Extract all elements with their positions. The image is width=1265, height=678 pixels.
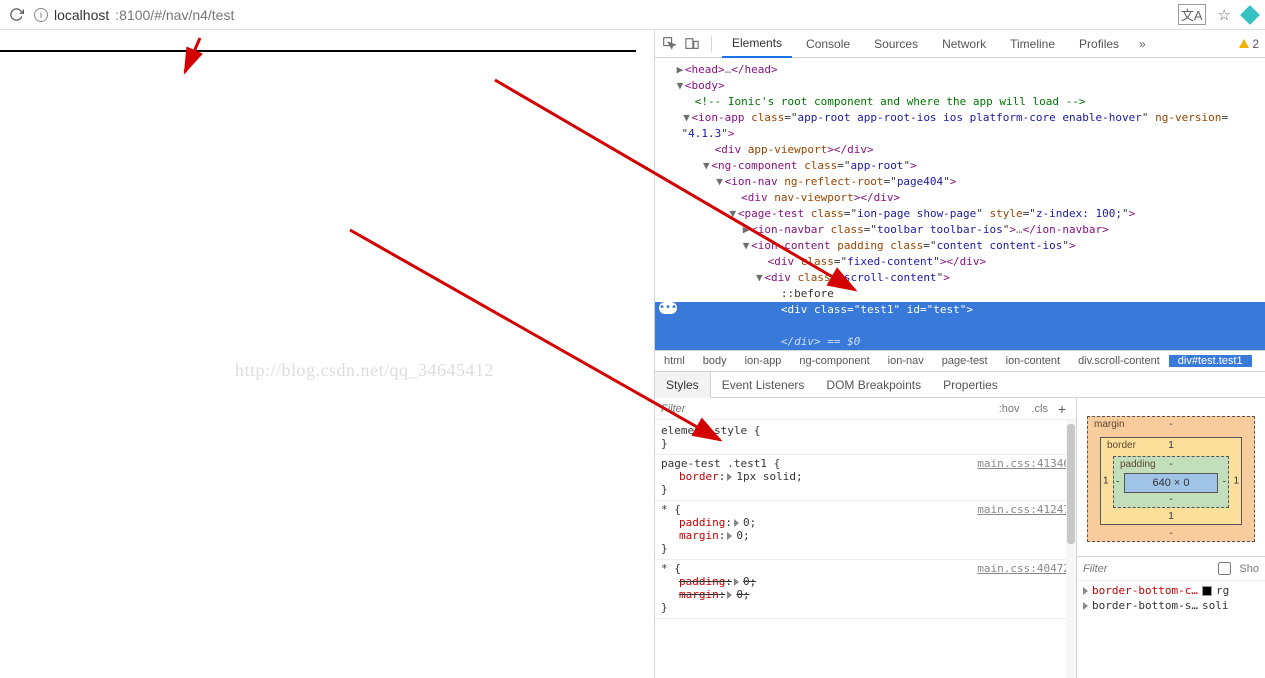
selected-dots-icon: ••• (659, 302, 677, 314)
stab-event-listeners[interactable]: Event Listeners (711, 372, 816, 398)
inspect-icon[interactable] (661, 35, 679, 53)
crumb-ion-content[interactable]: ion-content (997, 355, 1069, 367)
page-viewport: http://blog.csdn.net/qq_34645412 (0, 30, 655, 678)
crumb-body[interactable]: body (694, 355, 736, 367)
stab-styles[interactable]: Styles (655, 372, 711, 398)
box-model-content: 640 × 0 (1124, 473, 1218, 493)
new-rule-icon[interactable]: + (1054, 401, 1070, 417)
watermark-text: http://blog.csdn.net/qq_34645412 (235, 360, 494, 381)
tab-timeline[interactable]: Timeline (1000, 30, 1065, 58)
color-swatch-icon (1202, 586, 1212, 596)
expand-tri-icon[interactable] (734, 578, 739, 586)
crumb-html[interactable]: html (655, 355, 694, 367)
tab-elements[interactable]: Elements (722, 30, 792, 58)
tab-network[interactable]: Network (932, 30, 996, 58)
site-info-icon[interactable]: i (34, 8, 48, 22)
expand-tri-icon[interactable] (727, 473, 732, 481)
rule-source-link[interactable]: main.css:41247 (977, 503, 1070, 516)
tab-console[interactable]: Console (796, 30, 860, 58)
url-field[interactable]: i localhost :8100/#/nav/n4/test (34, 7, 1168, 23)
browser-address-bar: i localhost :8100/#/nav/n4/test 文A ☆ (0, 0, 1265, 30)
tabs-overflow-icon[interactable]: » (1133, 37, 1152, 51)
url-host: localhost (54, 7, 109, 23)
crumb-ion-nav[interactable]: ion-nav (879, 355, 933, 367)
crumb-ng-component[interactable]: ng-component (790, 355, 878, 367)
computed-pane: margin - - border 1 1 1 1 padding - (1077, 398, 1265, 678)
url-path: :8100/#/nav/n4/test (115, 7, 234, 23)
expand-tri-icon[interactable] (734, 519, 739, 527)
crumb-scroll-content[interactable]: div.scroll-content (1069, 355, 1169, 367)
stab-properties[interactable]: Properties (932, 372, 1009, 398)
hov-toggle[interactable]: :hov (993, 403, 1026, 415)
warnings-badge[interactable]: 2 (1239, 37, 1259, 51)
devtools-tabbar: Elements Console Sources Network Timelin… (655, 30, 1265, 58)
show-all-checkbox[interactable] (1218, 562, 1231, 575)
computed-filter-input[interactable]: Filter (1083, 563, 1210, 575)
css-rules[interactable]: element.style { } main.css:41346 page-te… (655, 420, 1076, 678)
cls-toggle[interactable]: .cls (1026, 403, 1055, 415)
dom-tree[interactable]: ▶<head>…</head> ▼<body> <!-- Ionic's roo… (655, 58, 1265, 350)
computed-properties[interactable]: border-bottom-c…rg border-bottom-s…soli (1077, 581, 1265, 615)
box-model[interactable]: margin - - border 1 1 1 1 padding - (1077, 398, 1265, 557)
expand-tri-icon[interactable] (1083, 602, 1088, 610)
dom-selected-node[interactable]: ••• <div class="test1" id="test"> (655, 302, 1265, 318)
tab-profiles[interactable]: Profiles (1069, 30, 1129, 58)
expand-tri-icon[interactable] (727, 532, 732, 540)
expand-tri-icon[interactable] (727, 591, 732, 599)
styles-filter-input[interactable]: Filter (661, 403, 993, 415)
rule-source-link[interactable]: main.css:40472 (977, 562, 1070, 575)
tab-sources[interactable]: Sources (864, 30, 928, 58)
expand-tri-icon[interactable] (1083, 587, 1088, 595)
dom-breadcrumb: html body ion-app ng-component ion-nav p… (655, 350, 1265, 372)
device-toggle-icon[interactable] (683, 35, 701, 53)
warning-icon (1239, 39, 1249, 48)
stab-dom-breakpoints[interactable]: DOM Breakpoints (815, 372, 932, 398)
scrollbar[interactable] (1066, 420, 1076, 678)
rule-source-link[interactable]: main.css:41346 (977, 457, 1070, 470)
crumb-ion-app[interactable]: ion-app (736, 355, 791, 367)
crumb-selected[interactable]: div#test.test1 (1169, 355, 1252, 367)
styles-tabs: Styles Event Listeners DOM Breakpoints P… (655, 372, 1265, 398)
test1-element[interactable] (0, 50, 636, 52)
extension-icon[interactable] (1240, 5, 1260, 25)
reload-icon[interactable] (8, 7, 24, 23)
devtools-panel: Elements Console Sources Network Timelin… (655, 30, 1265, 678)
styles-pane: Filter :hov .cls + element.style { } mai… (655, 398, 1077, 678)
bookmark-star-icon[interactable]: ☆ (1218, 6, 1231, 24)
crumb-page-test[interactable]: page-test (933, 355, 997, 367)
translate-icon[interactable]: 文A (1178, 4, 1206, 25)
